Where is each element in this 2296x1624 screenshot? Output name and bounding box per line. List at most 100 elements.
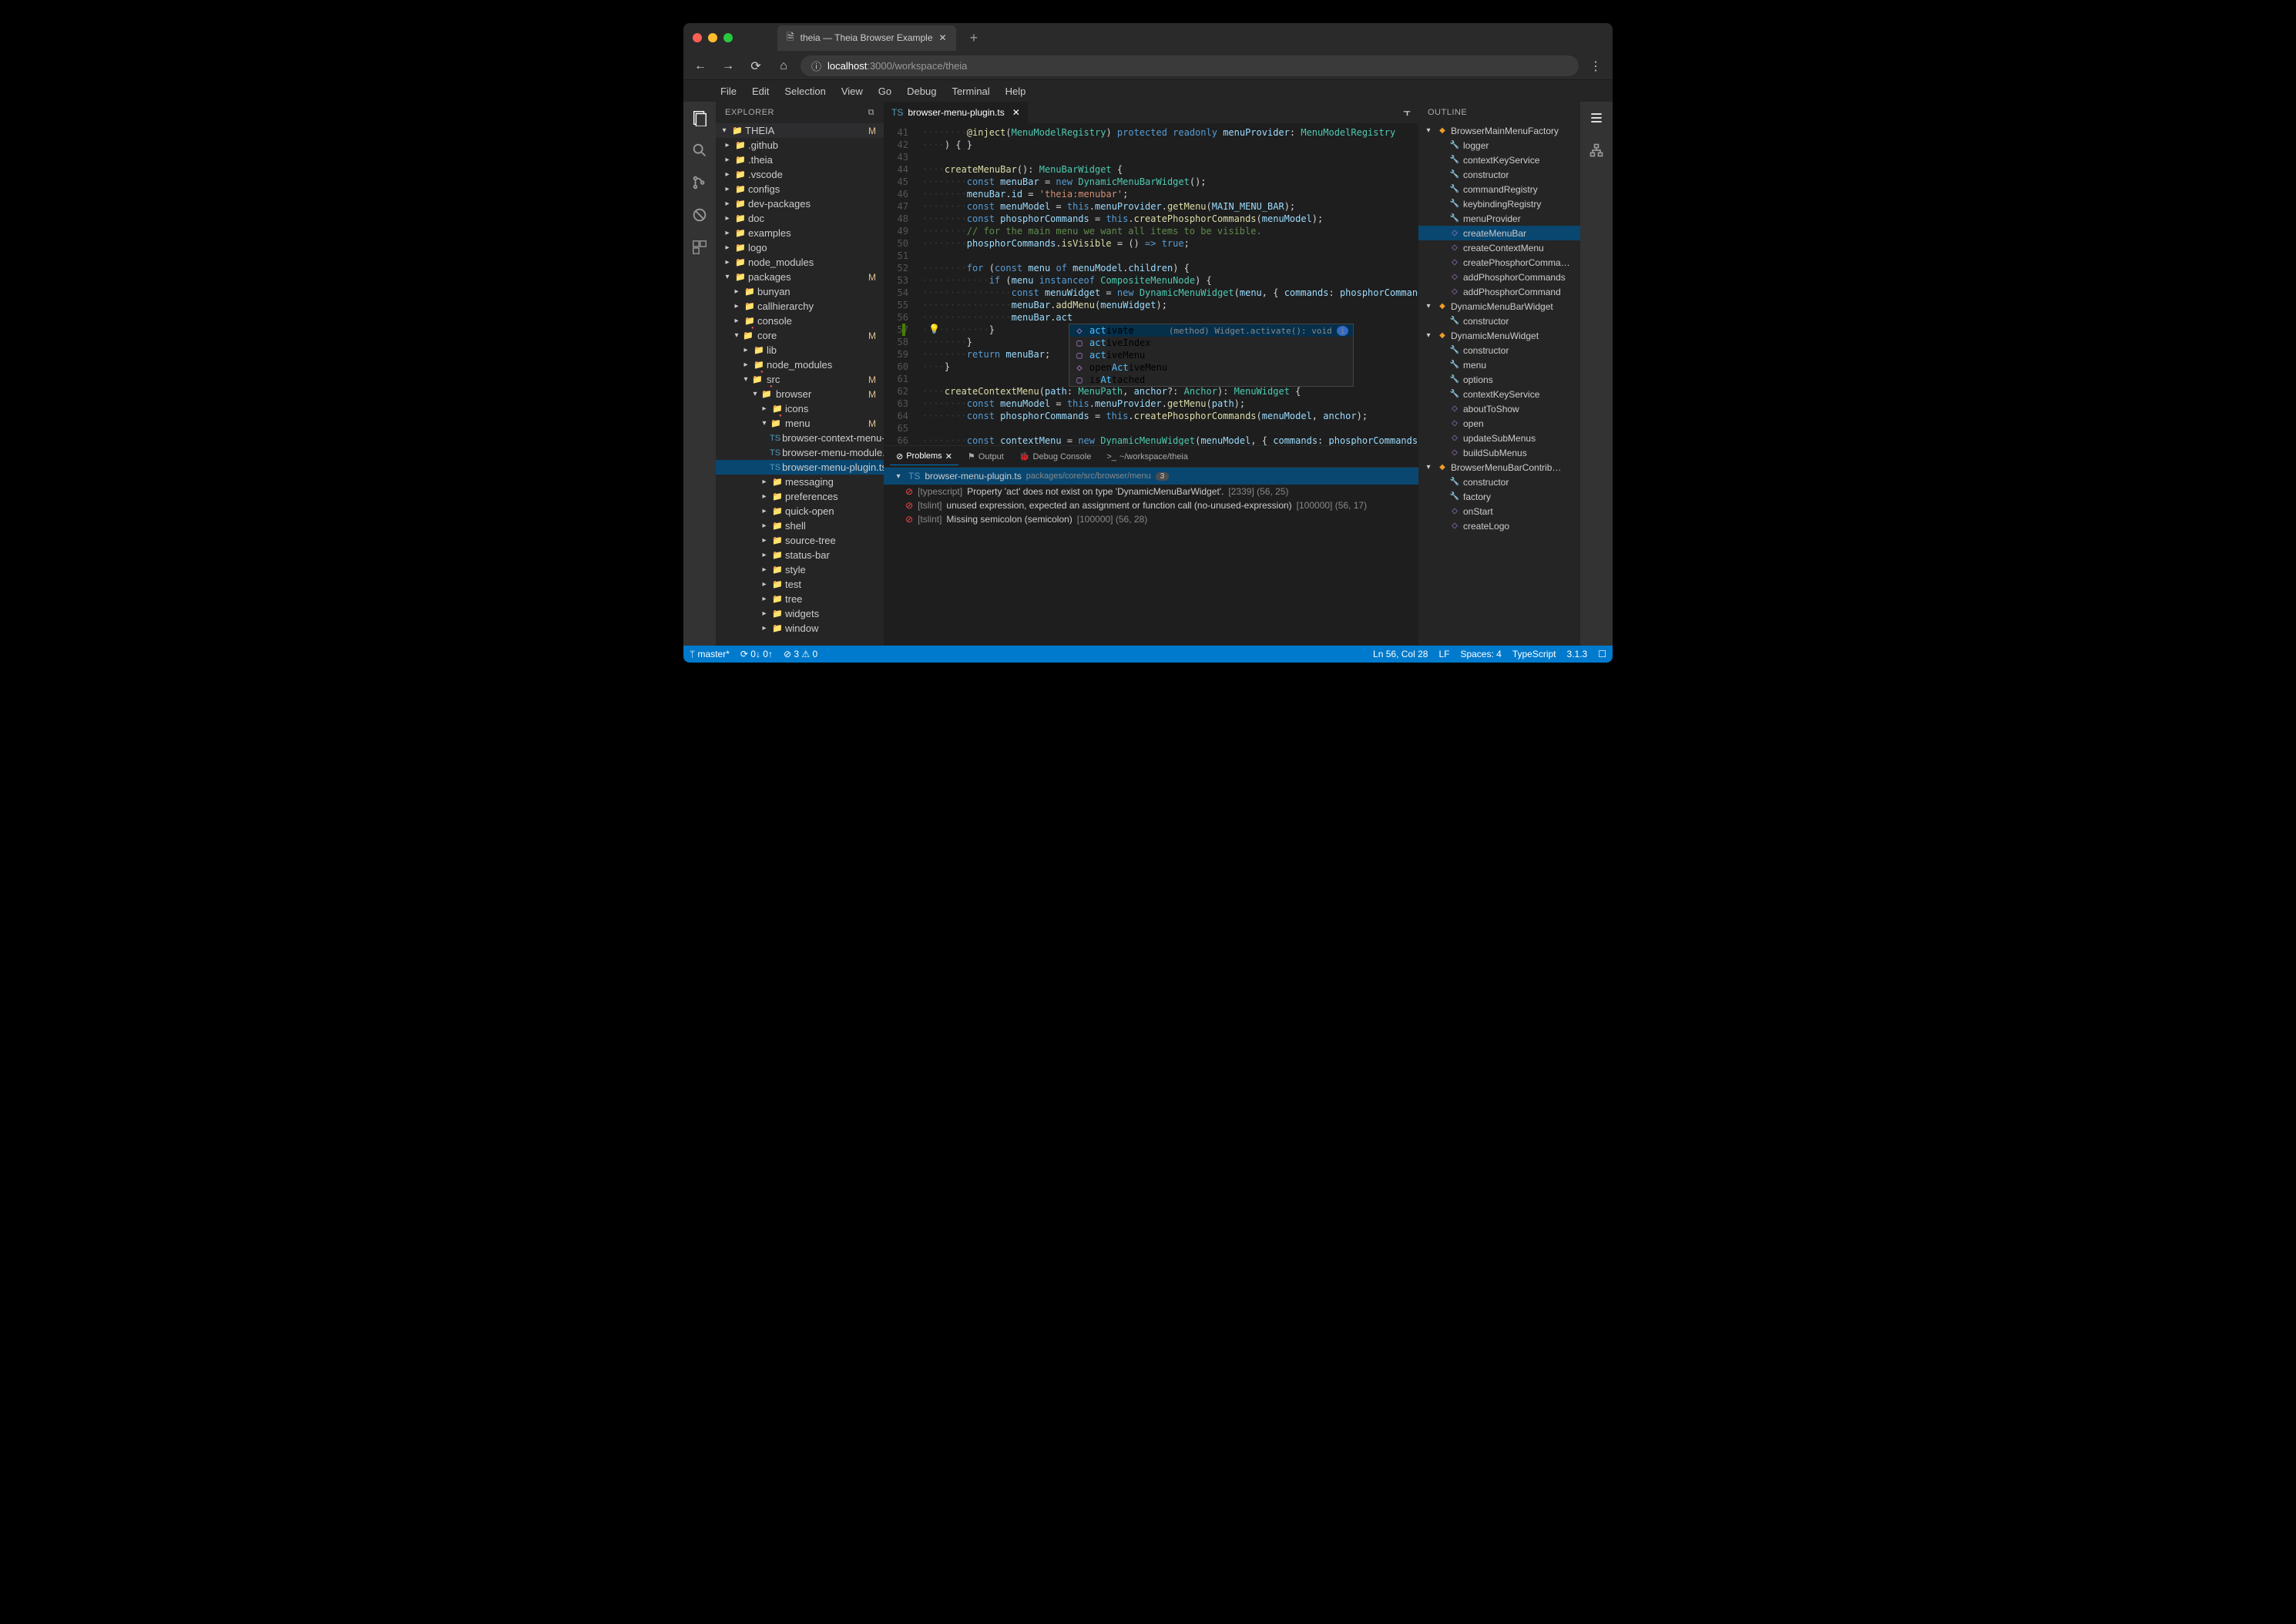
outline-icon[interactable] xyxy=(1586,108,1606,128)
language-mode[interactable]: TypeScript xyxy=(1512,649,1556,659)
folder-item[interactable]: ▸📁source-tree xyxy=(716,533,884,548)
folder-item[interactable]: ▸📁.vscode xyxy=(716,167,884,182)
explorer-icon[interactable] xyxy=(690,108,710,128)
git-icon[interactable] xyxy=(690,173,710,193)
folder-item[interactable]: ▸📁dev-packages xyxy=(716,196,884,211)
outline-item[interactable]: 🔧constructor xyxy=(1418,475,1580,489)
folder-item[interactable]: ▾📁coreM xyxy=(716,328,884,343)
menu-file[interactable]: File xyxy=(714,84,743,99)
back-button[interactable]: ← xyxy=(690,55,711,77)
folder-item[interactable]: ▸📁lib xyxy=(716,343,884,357)
panel-tab[interactable]: 🐞Debug Console xyxy=(1013,448,1098,465)
home-button[interactable]: ⌂ xyxy=(773,55,794,77)
outline-item[interactable]: 🔧constructor xyxy=(1418,167,1580,182)
folder-item[interactable]: ▸📁doc xyxy=(716,211,884,226)
folder-item[interactable]: ▸📁.theia xyxy=(716,153,884,167)
close-tab-icon[interactable]: ✕ xyxy=(1012,107,1020,118)
outline-item[interactable]: ◇buildSubMenus xyxy=(1418,445,1580,460)
file-item[interactable]: TSbrowser-context-menu-r… xyxy=(716,431,884,445)
folder-item[interactable]: ▸📁console xyxy=(716,314,884,328)
outline-item[interactable]: ◇open xyxy=(1418,416,1580,431)
folder-item[interactable]: ▸📁examples xyxy=(716,226,884,240)
folder-item[interactable]: ▸📁tree xyxy=(716,592,884,606)
outline-item[interactable]: ▾◆DynamicMenuWidget xyxy=(1418,328,1580,343)
folder-item[interactable]: ▸📁callhierarchy xyxy=(716,299,884,314)
menu-edit[interactable]: Edit xyxy=(746,84,775,99)
folder-item[interactable]: ▾📁browserM xyxy=(716,387,884,401)
completion-item[interactable]: ▢activeIndex xyxy=(1069,337,1353,349)
folder-item[interactable]: ▸📁messaging xyxy=(716,475,884,489)
outline-item[interactable]: ◇addPhosphorCommand xyxy=(1418,284,1580,299)
folder-item[interactable]: ▸📁style xyxy=(716,562,884,577)
folder-item[interactable]: ▸📁node_modules xyxy=(716,255,884,270)
folder-item[interactable]: ▸📁status-bar xyxy=(716,548,884,562)
outline-item[interactable]: ◇addPhosphorCommands xyxy=(1418,270,1580,284)
reload-button[interactable]: ⟳ xyxy=(745,55,767,77)
menu-button[interactable]: ⋮ xyxy=(1585,55,1606,77)
close-window-button[interactable] xyxy=(693,33,702,42)
outline-item[interactable]: 🔧contextKeyService xyxy=(1418,153,1580,167)
feedback-icon[interactable]: ☐ xyxy=(1598,649,1606,659)
code-content[interactable]: ········@inject(MenuModelRegistry) prote… xyxy=(922,123,1418,445)
folder-item[interactable]: ▸📁bunyan xyxy=(716,284,884,299)
outline-item[interactable]: ◇onStart xyxy=(1418,504,1580,518)
menu-debug[interactable]: Debug xyxy=(901,84,942,99)
outline-item[interactable]: ▾◆BrowserMenuBarContrib… xyxy=(1418,460,1580,475)
panel-tab[interactable]: ⊘Problems ✕ xyxy=(890,448,958,465)
folder-item[interactable]: ▸📁quick-open xyxy=(716,504,884,518)
outline-item[interactable]: 🔧contextKeyService xyxy=(1418,387,1580,401)
folder-item[interactable]: ▸📁preferences xyxy=(716,489,884,504)
browser-tab[interactable]: 🗎 theia — Theia Browser Example ✕ xyxy=(777,25,956,51)
eol-indicator[interactable]: LF xyxy=(1438,649,1449,659)
folder-item[interactable]: ▸📁test xyxy=(716,577,884,592)
menu-selection[interactable]: Selection xyxy=(778,84,831,99)
lightbulb-icon[interactable]: 💡 xyxy=(928,324,940,334)
outline-item[interactable]: ◇aboutToShow xyxy=(1418,401,1580,416)
problems-file-header[interactable]: ▾ TS browser-menu-plugin.ts packages/cor… xyxy=(884,468,1418,485)
outline-item[interactable]: 🔧constructor xyxy=(1418,314,1580,328)
url-input[interactable]: ⓘ localhost:3000/workspace/theia xyxy=(801,55,1579,76)
editor-tab[interactable]: TS browser-menu-plugin.ts ✕ xyxy=(884,102,1029,123)
close-tab-icon[interactable]: ✕ xyxy=(939,32,947,43)
folder-item[interactable]: ▸📁.github xyxy=(716,138,884,153)
file-item[interactable]: TSbrowser-menu-plugin.tsM xyxy=(716,460,884,475)
completion-item[interactable]: ◇activate(method) Widget.activate(): voi… xyxy=(1069,324,1353,337)
outline-item[interactable]: 🔧commandRegistry xyxy=(1418,182,1580,196)
outline-item[interactable]: ◇createLogo xyxy=(1418,518,1580,533)
folder-item[interactable]: ▾📁menuM xyxy=(716,416,884,431)
split-editor-icon[interactable]: ⫟ xyxy=(1395,106,1418,119)
folder-item[interactable]: ▸📁node_modules xyxy=(716,357,884,372)
indent-indicator[interactable]: Spaces: 4 xyxy=(1460,649,1501,659)
debug-icon[interactable] xyxy=(690,205,710,225)
git-sync[interactable]: ⟳ 0↓ 0↑ xyxy=(740,649,773,659)
folder-item[interactable]: ▾📁packagesM xyxy=(716,270,884,284)
git-branch[interactable]: ᛘ master* xyxy=(690,649,730,659)
menu-terminal[interactable]: Terminal xyxy=(945,84,995,99)
outline-item[interactable]: 🔧options xyxy=(1418,372,1580,387)
panel-tab[interactable]: ⚑Output xyxy=(962,448,1010,465)
problems-count[interactable]: ⊘ 3 ⚠ 0 xyxy=(784,649,817,659)
folder-item[interactable]: ▸📁icons xyxy=(716,401,884,416)
outline-item[interactable]: ◇updateSubMenus xyxy=(1418,431,1580,445)
search-icon[interactable] xyxy=(690,140,710,160)
cursor-position[interactable]: Ln 56, Col 28 xyxy=(1373,649,1428,659)
outline-item[interactable]: ◇createContextMenu xyxy=(1418,240,1580,255)
completion-popup[interactable]: ◇activate(method) Widget.activate(): voi… xyxy=(1069,324,1354,387)
file-item[interactable]: TSbrowser-menu-module.ts xyxy=(716,445,884,460)
problem-item[interactable]: ⊘ [typescript] Property 'act' does not e… xyxy=(884,485,1418,498)
outline-item[interactable]: ◇createMenuBar xyxy=(1418,226,1580,240)
menu-help[interactable]: Help xyxy=(999,84,1032,99)
folder-item[interactable]: ▸📁widgets xyxy=(716,606,884,621)
outline-item[interactable]: 🔧keybindingRegistry xyxy=(1418,196,1580,211)
outline-item[interactable]: 🔧menuProvider xyxy=(1418,211,1580,226)
outline-item[interactable]: 🔧logger xyxy=(1418,138,1580,153)
outline-item[interactable]: ▾◆BrowserMainMenuFactory xyxy=(1418,123,1580,138)
ts-version[interactable]: 3.1.3 xyxy=(1567,649,1588,659)
code-editor[interactable]: 41 42 43 44 45 46 47 48 49 50 51 52 53 5… xyxy=(884,123,1418,445)
menu-view[interactable]: View xyxy=(835,84,869,99)
new-tab-button[interactable]: + xyxy=(970,30,978,46)
folder-item[interactable]: ▸📁window xyxy=(716,621,884,636)
outline-item[interactable]: ◇createPhosphorComma… xyxy=(1418,255,1580,270)
outline-item[interactable]: 🔧factory xyxy=(1418,489,1580,504)
outline-item[interactable]: ▾◆DynamicMenuBarWidget xyxy=(1418,299,1580,314)
